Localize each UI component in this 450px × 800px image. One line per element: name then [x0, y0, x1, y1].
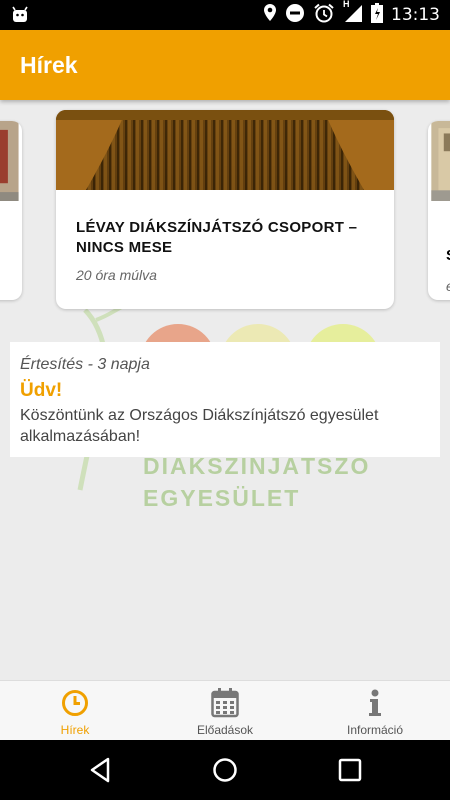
news-card-time: e: [446, 278, 450, 294]
info-icon: [367, 688, 383, 718]
location-icon: [263, 3, 277, 28]
system-navigation-bar: [0, 740, 450, 800]
tab-info-label: Információ: [346, 723, 404, 737]
status-time: 13:13: [391, 5, 440, 25]
back-icon[interactable]: [86, 755, 116, 785]
card-image: [431, 121, 450, 201]
notification-title: Üdv!: [20, 380, 63, 401]
tab-news-label: Hírek: [60, 723, 90, 737]
news-card[interactable]: LÉVAY DIÁKSZÍNJÁTSZÓ CSOPORT – NINCS MES…: [56, 110, 394, 309]
news-card-next[interactable]: S e: [428, 121, 450, 300]
notification-meta: Értesítés - 3 napja: [20, 356, 150, 373]
page-title: Hírek: [20, 52, 78, 78]
dnd-icon: [285, 3, 305, 28]
tab-shows-label: Előadások: [196, 723, 254, 737]
news-card-time: 20 óra múlva: [76, 267, 157, 283]
signal-icon: H: [343, 0, 363, 28]
news-card-previous[interactable]: [0, 121, 22, 300]
tab-info[interactable]: Információ: [300, 681, 450, 740]
status-bar: H 13:13: [0, 0, 450, 30]
card-image: [0, 121, 19, 201]
news-content[interactable]: DIÁKSZÍNJÁTSZÓ EGYESÜLET LÉVAY DIÁKSZÍNJ…: [0, 100, 450, 680]
news-card-title: S: [446, 247, 450, 264]
recents-icon[interactable]: [335, 755, 365, 785]
notification-body: Köszöntünk az Országos Diákszínjátszó eg…: [20, 407, 379, 445]
home-icon[interactable]: [210, 755, 240, 785]
bottom-navigation: Hírek Előadások Információ: [0, 680, 450, 740]
tab-shows[interactable]: Előadások: [150, 681, 300, 740]
notification-card[interactable]: Értesítés - 3 napja Üdv! Köszöntünk az O…: [10, 342, 440, 457]
tab-news[interactable]: Hírek: [0, 681, 150, 740]
alarm-icon: [313, 3, 335, 28]
clock-icon: [61, 688, 89, 718]
app-bar: Hírek: [0, 30, 450, 100]
battery-icon: [371, 2, 383, 28]
theater-curtain-image: [56, 110, 394, 190]
logo-text: DIÁKSZÍNJÁTSZÓ EGYESÜLET: [143, 453, 371, 511]
calendar-icon: [211, 688, 239, 718]
android-icon: [10, 6, 30, 29]
news-card-title: LÉVAY DIÁKSZÍNJÁTSZÓ CSOPORT – NINCS MES…: [76, 219, 358, 256]
